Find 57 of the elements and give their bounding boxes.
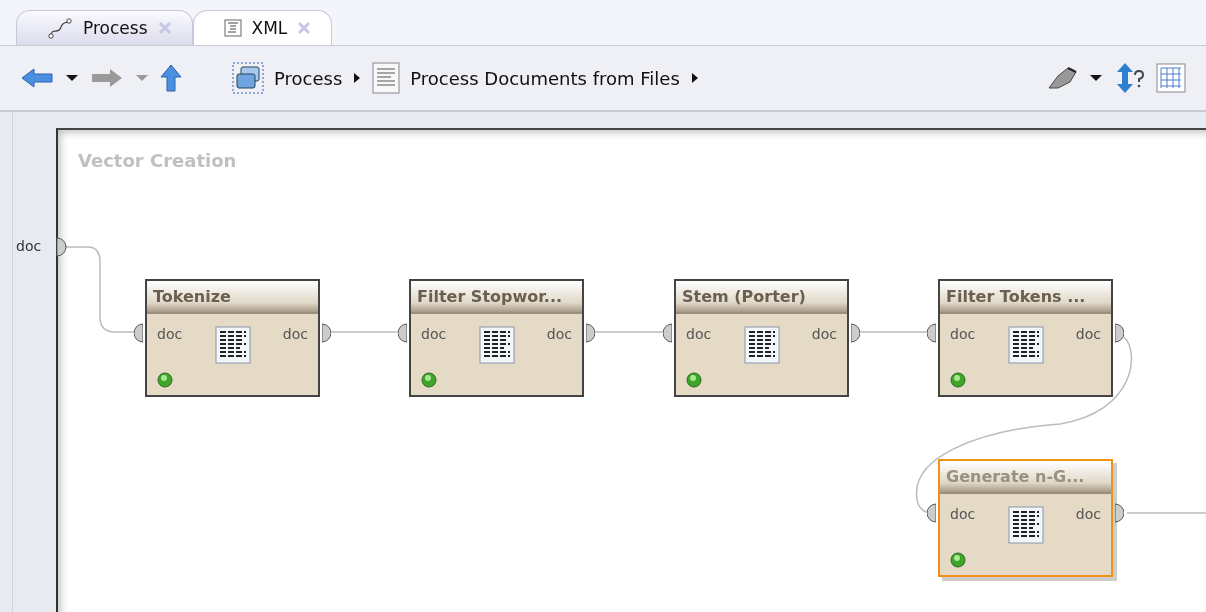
operator-title: Generate n-G... [940, 461, 1111, 494]
operator-box[interactable]: Filter Stopwor... doc doc [409, 279, 584, 397]
port-label: doc [1075, 326, 1101, 342]
port[interactable] [134, 323, 143, 343]
port[interactable] [322, 323, 331, 343]
port-label: doc [421, 326, 447, 342]
port-label: doc [686, 326, 712, 342]
port-label: doc [282, 326, 308, 342]
status-light-icon [950, 552, 966, 568]
breadcrumb-link[interactable]: Process [274, 67, 343, 89]
operator-box[interactable]: Filter Tokens ... doc doc [938, 279, 1113, 397]
process-flow-icon [47, 17, 73, 39]
operator-title: Stem (Porter) [676, 281, 847, 314]
subprocess-title: Vector Creation [78, 150, 237, 171]
port[interactable] [663, 323, 672, 343]
status-light-icon [686, 372, 702, 388]
caret-icon[interactable] [1088, 73, 1104, 83]
text-document-icon [1008, 326, 1044, 364]
operator-title: Filter Tokens ... [940, 281, 1111, 314]
port[interactable] [851, 323, 860, 343]
text-document-icon [479, 326, 515, 364]
document-icon [372, 62, 401, 94]
operator-title: Tokenize [147, 281, 318, 314]
port[interactable] [927, 503, 936, 523]
port[interactable] [1115, 503, 1124, 523]
port-label: doc [1075, 506, 1101, 522]
port[interactable] [398, 323, 407, 343]
document-icon [223, 19, 242, 37]
caret-right-icon[interactable] [689, 71, 700, 85]
port[interactable] [927, 323, 936, 343]
back-arrow-icon[interactable] [20, 67, 54, 89]
port-label: doc [546, 326, 572, 342]
port-label: doc [811, 326, 837, 342]
port[interactable] [1115, 323, 1124, 343]
text-document-icon [1008, 506, 1044, 544]
text-document-icon [744, 326, 780, 364]
port [56, 237, 67, 257]
text-document-icon [215, 326, 251, 364]
tab[interactable]: Process [16, 10, 193, 45]
port[interactable] [586, 323, 595, 343]
operator-title: Filter Stopwor... [411, 281, 582, 314]
operator-box[interactable]: Tokenize doc doc [145, 279, 320, 397]
port-label: doc [950, 506, 976, 522]
status-light-icon [421, 372, 437, 388]
arrows-help-icon[interactable] [1114, 62, 1146, 94]
process-icon [232, 62, 264, 94]
tab[interactable]: XML [192, 10, 333, 45]
grid-icon[interactable] [1156, 63, 1186, 93]
port-label: doc [950, 326, 976, 342]
caret-icon[interactable] [64, 73, 80, 83]
port-label: doc [157, 326, 183, 342]
status-light-icon [950, 372, 966, 388]
operator-box[interactable]: Stem (Porter) doc doc [674, 279, 849, 397]
port-label: doc [16, 238, 42, 254]
status-light-icon [157, 372, 173, 388]
breadcrumb-link[interactable]: Process Documents from Files [410, 67, 680, 89]
up-arrow-icon[interactable] [160, 64, 182, 92]
